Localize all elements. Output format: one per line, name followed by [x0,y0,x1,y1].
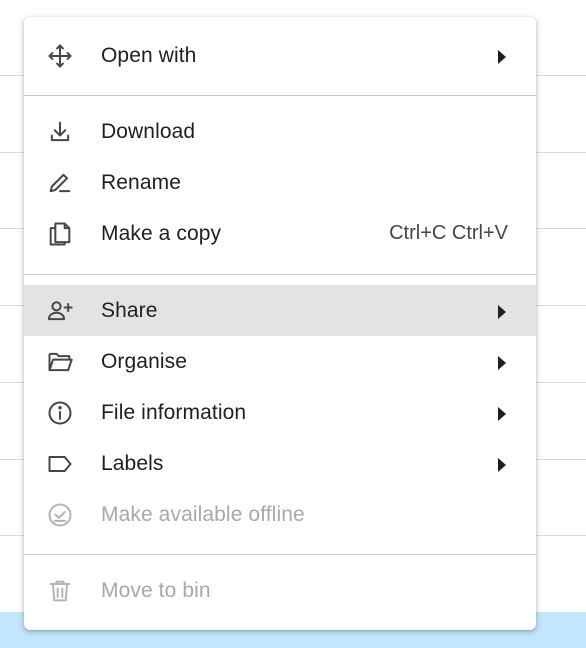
menu-divider [24,95,536,96]
menu-item-label: Labels [101,451,164,475]
menu-item-label: Move to bin [101,578,211,602]
menu-divider [24,274,536,275]
menu-item-make-available-offline: Make available offline [24,489,536,540]
submenu-arrow-icon [498,304,506,319]
menu-item-label: Organise [101,349,188,373]
submenu-arrow-icon [498,355,506,370]
trash-icon [44,575,76,607]
menu-item-rename[interactable]: Rename [24,157,536,208]
menu-item-label: Make available offline [101,502,305,526]
menu-item-label: Download [101,119,196,143]
move-arrows-icon [44,40,76,72]
submenu-arrow-icon [498,457,506,472]
menu-item-organise[interactable]: Organise [24,336,536,387]
menu-item-file-information[interactable]: File information [24,387,536,438]
folder-open-icon [44,346,76,378]
submenu-arrow-icon [498,406,506,421]
offline-check-icon [44,499,76,531]
menu-item-label: Share [101,298,158,322]
menu-item-share[interactable]: Share [24,285,536,336]
info-icon [44,397,76,429]
submenu-arrow-icon [498,49,506,64]
copy-icon [44,218,76,250]
menu-item-open-with[interactable]: Open with [24,30,536,81]
pencil-icon [44,167,76,199]
download-icon [44,116,76,148]
person-add-icon [44,295,76,327]
menu-item-label: File information [101,400,247,424]
menu-item-label: Make a copy [101,221,222,245]
menu-item-download[interactable]: Download [24,106,536,157]
context-menu: Open with Download Rename Make a copy Ct… [24,17,536,630]
menu-item-label: Open with [101,43,197,67]
menu-item-labels[interactable]: Labels [24,438,536,489]
label-icon [44,448,76,480]
menu-item-move-to-bin: Move to bin [24,565,536,616]
menu-item-label: Rename [101,170,181,194]
menu-item-make-a-copy[interactable]: Make a copy Ctrl+C Ctrl+V [24,208,536,259]
menu-divider [24,554,536,555]
keyboard-shortcut: Ctrl+C Ctrl+V [389,222,508,244]
